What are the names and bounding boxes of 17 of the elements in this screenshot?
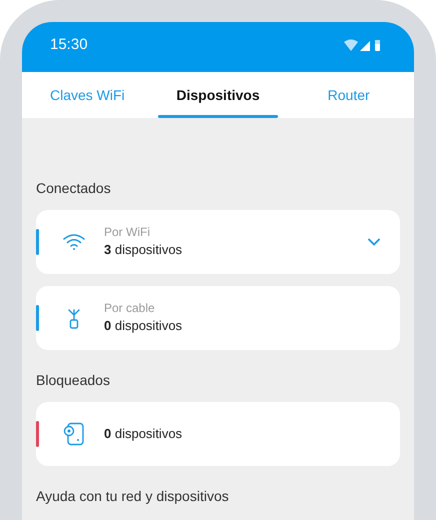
device-count: 3 dispositivos: [104, 241, 184, 259]
device-count: 0 dispositivos: [104, 317, 184, 335]
wifi-icon: [63, 233, 85, 251]
section-title: Conectados: [36, 179, 112, 198]
section-title: Bloqueados: [36, 371, 111, 390]
card-label: Por WiFi: [104, 224, 151, 240]
section-title: Ayuda con tu red y dispositivos: [36, 487, 230, 506]
device-card[interactable]: Por WiFi 3 dispositivos: [36, 210, 400, 274]
device-count: 0 dispositivos: [104, 425, 184, 443]
tab[interactable]: Dispositivos: [152, 72, 284, 118]
device-card[interactable]: 0 dispositivos: [36, 402, 400, 466]
chevron-down-icon[interactable]: [368, 238, 380, 246]
device-card[interactable]: Por cable 0 dispositivos: [36, 286, 400, 350]
device-icon: [63, 422, 85, 446]
card-label: Por cable: [104, 300, 156, 316]
cable-icon: [67, 307, 81, 329]
status-time: 15:30: [50, 34, 88, 55]
